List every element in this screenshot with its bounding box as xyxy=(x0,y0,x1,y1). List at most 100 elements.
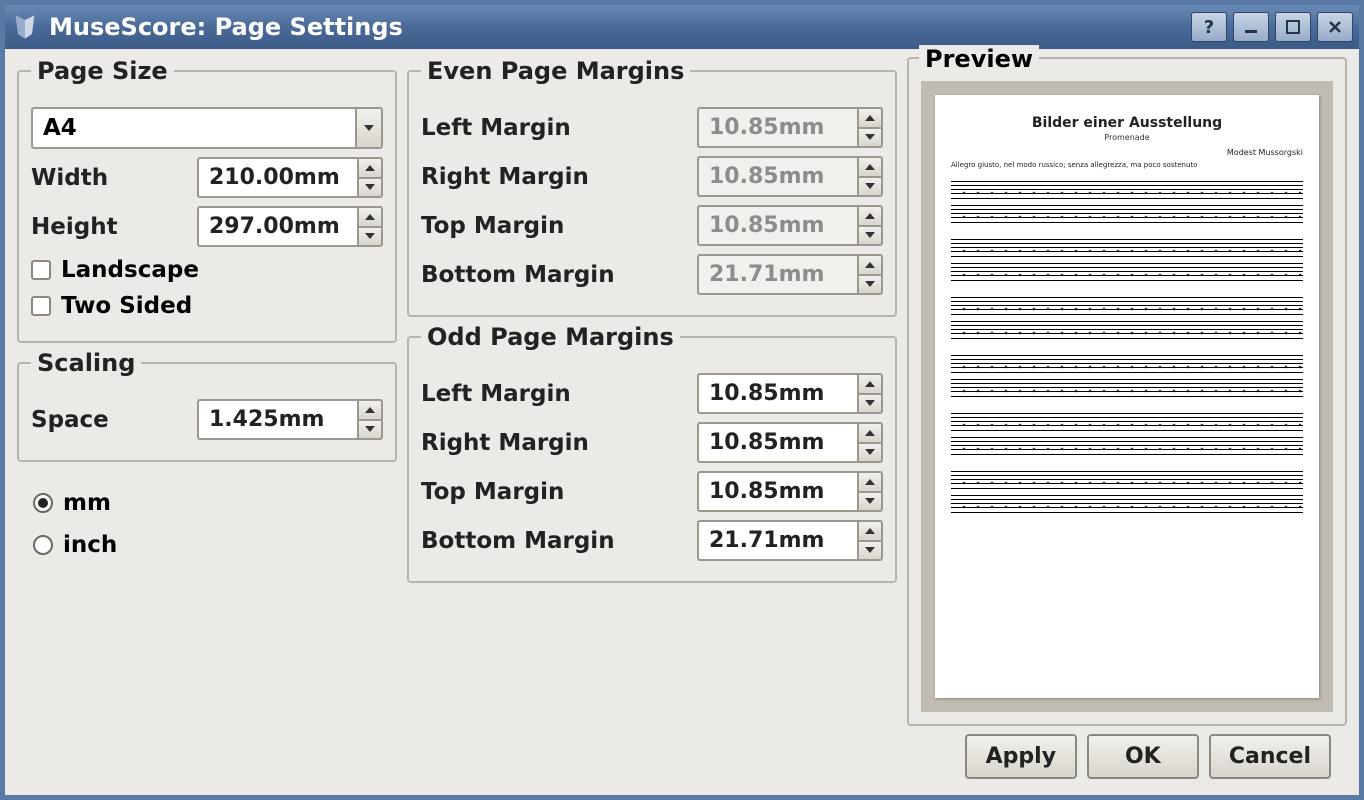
landscape-label: Landscape xyxy=(61,257,199,283)
score-subtitle: Promenade xyxy=(951,133,1303,142)
even-bottom-step-down[interactable] xyxy=(857,274,883,296)
app-icon xyxy=(11,13,39,41)
apply-button[interactable]: Apply xyxy=(965,734,1077,779)
odd-left-spinbox[interactable]: 10.85mm xyxy=(697,373,883,414)
odd-margins-group: Odd Page Margins Left Margin 10.85mm Rig… xyxy=(407,323,897,583)
scaling-legend: Scaling xyxy=(31,349,141,377)
even-margins-group: Even Page Margins Left Margin 10.85mm Ri… xyxy=(407,57,897,317)
odd-right-value[interactable]: 10.85mm xyxy=(697,422,857,463)
preview-page: Bilder einer Ausstellung Promenade Modes… xyxy=(935,95,1319,698)
unit-mm-radio[interactable] xyxy=(33,493,53,513)
even-left-value[interactable]: 10.85mm xyxy=(697,107,857,148)
even-bottom-value[interactable]: 21.71mm xyxy=(697,254,857,295)
page-size-group: Page Size A4 Width 210.00mm xyxy=(17,57,397,343)
even-right-value[interactable]: 10.85mm xyxy=(697,156,857,197)
even-left-label: Left Margin xyxy=(421,115,689,141)
staff-system xyxy=(951,355,1303,397)
even-top-value[interactable]: 10.85mm xyxy=(697,205,857,246)
help-button[interactable]: ? xyxy=(1191,12,1227,42)
even-top-spinbox[interactable]: 10.85mm xyxy=(697,205,883,246)
score-title: Bilder einer Ausstellung xyxy=(951,115,1303,131)
odd-top-step-down[interactable] xyxy=(857,491,883,513)
space-label: Space xyxy=(31,407,189,433)
width-label: Width xyxy=(31,165,189,191)
unit-inch-radio[interactable] xyxy=(33,535,53,555)
odd-bottom-value[interactable]: 21.71mm xyxy=(697,520,857,561)
height-label: Height xyxy=(31,214,189,240)
odd-left-step-down[interactable] xyxy=(857,393,883,415)
odd-left-value[interactable]: 10.85mm xyxy=(697,373,857,414)
odd-right-step-down[interactable] xyxy=(857,442,883,464)
score-tempo: Allegro giusto, nel modo russico; senza … xyxy=(951,161,1303,169)
height-step-down[interactable] xyxy=(357,226,383,248)
even-top-label: Top Margin xyxy=(421,213,689,239)
odd-bottom-step-up[interactable] xyxy=(857,520,883,540)
maximize-button[interactable] xyxy=(1275,12,1311,42)
two-sided-label: Two Sided xyxy=(61,293,192,319)
even-left-step-up[interactable] xyxy=(857,107,883,127)
height-spinbox[interactable]: 297.00mm xyxy=(197,206,383,247)
odd-right-step-up[interactable] xyxy=(857,422,883,442)
width-spinbox[interactable]: 210.00mm xyxy=(197,157,383,198)
odd-bottom-step-down[interactable] xyxy=(857,540,883,562)
width-step-down[interactable] xyxy=(357,177,383,199)
preview-canvas: Bilder einer Ausstellung Promenade Modes… xyxy=(921,81,1333,712)
staff-system xyxy=(951,471,1303,513)
even-right-step-up[interactable] xyxy=(857,156,883,176)
even-bottom-step-up[interactable] xyxy=(857,254,883,274)
scaling-group: Scaling Space 1.425mm xyxy=(17,349,397,462)
odd-top-step-up[interactable] xyxy=(857,471,883,491)
odd-bottom-spinbox[interactable]: 21.71mm xyxy=(697,520,883,561)
odd-top-label: Top Margin xyxy=(421,479,689,505)
titlebar[interactable]: MuseScore: Page Settings ? xyxy=(5,5,1359,49)
even-top-step-up[interactable] xyxy=(857,205,883,225)
chevron-down-icon[interactable] xyxy=(355,107,383,149)
even-left-step-down[interactable] xyxy=(857,127,883,149)
odd-left-step-up[interactable] xyxy=(857,373,883,393)
ok-button[interactable]: OK xyxy=(1087,734,1199,779)
close-button[interactable] xyxy=(1317,12,1353,42)
even-margins-legend: Even Page Margins xyxy=(421,57,690,85)
window-title: MuseScore: Page Settings xyxy=(49,13,1191,41)
cancel-button[interactable]: Cancel xyxy=(1209,734,1331,779)
odd-right-label: Right Margin xyxy=(421,430,689,456)
even-top-step-down[interactable] xyxy=(857,225,883,247)
page-size-preset-value[interactable]: A4 xyxy=(31,107,355,149)
page-size-preset-combo[interactable]: A4 xyxy=(31,107,383,149)
odd-bottom-label: Bottom Margin xyxy=(421,528,689,554)
even-bottom-spinbox[interactable]: 21.71mm xyxy=(697,254,883,295)
even-right-step-down[interactable] xyxy=(857,176,883,198)
staff-system xyxy=(951,413,1303,455)
odd-margins-legend: Odd Page Margins xyxy=(421,323,680,351)
width-step-up[interactable] xyxy=(357,157,383,177)
space-value[interactable]: 1.425mm xyxy=(197,399,357,440)
space-spinbox[interactable]: 1.425mm xyxy=(197,399,383,440)
staff-system xyxy=(951,297,1303,339)
unit-radio-group: mm inch xyxy=(17,468,397,580)
odd-top-value[interactable]: 10.85mm xyxy=(697,471,857,512)
staff-system xyxy=(951,239,1303,281)
landscape-checkbox[interactable] xyxy=(31,260,51,280)
page-size-legend: Page Size xyxy=(31,57,174,85)
even-left-spinbox[interactable]: 10.85mm xyxy=(697,107,883,148)
dialog-window: MuseScore: Page Settings ? Page Size A4 xyxy=(0,0,1364,800)
space-step-down[interactable] xyxy=(357,419,383,441)
minimize-button[interactable] xyxy=(1233,12,1269,42)
score-composer: Modest Mussorgski xyxy=(951,148,1303,157)
staff-system xyxy=(951,181,1303,223)
odd-top-spinbox[interactable]: 10.85mm xyxy=(697,471,883,512)
space-step-up[interactable] xyxy=(357,399,383,419)
odd-left-label: Left Margin xyxy=(421,381,689,407)
odd-right-spinbox[interactable]: 10.85mm xyxy=(697,422,883,463)
width-value[interactable]: 210.00mm xyxy=(197,157,357,198)
unit-inch-label: inch xyxy=(63,532,117,558)
preview-legend: Preview xyxy=(919,45,1039,73)
even-right-label: Right Margin xyxy=(421,164,689,190)
two-sided-checkbox[interactable] xyxy=(31,296,51,316)
even-bottom-label: Bottom Margin xyxy=(421,262,689,288)
height-step-up[interactable] xyxy=(357,206,383,226)
height-value[interactable]: 297.00mm xyxy=(197,206,357,247)
even-right-spinbox[interactable]: 10.85mm xyxy=(697,156,883,197)
preview-group: Preview Bilder einer Ausstellung Promena… xyxy=(907,57,1347,726)
unit-mm-label: mm xyxy=(63,490,111,516)
